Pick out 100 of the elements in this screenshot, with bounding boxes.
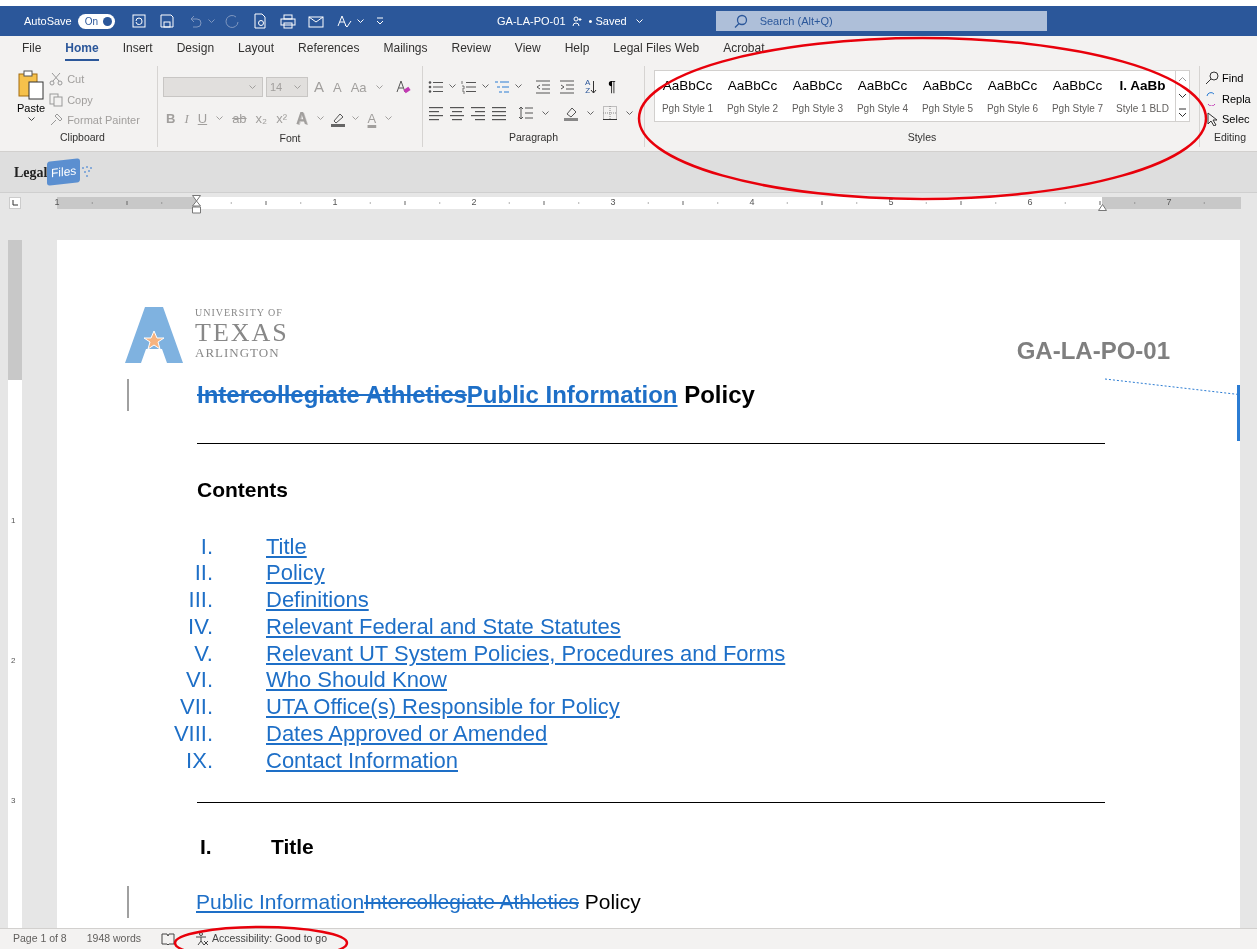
ruler-number: 4: [749, 195, 755, 209]
toc-link[interactable]: Relevant Federal and State Statutes: [266, 613, 621, 641]
ruler-number: 6: [1027, 195, 1033, 209]
toc-link[interactable]: Relevant UT System Policies, Procedures and Forms: [266, 640, 786, 668]
print-preview-icon[interactable]: [252, 13, 269, 29]
justify-icon[interactable]: [491, 105, 507, 121]
group-label: Font: [278, 130, 302, 146]
ruler-number: 2: [11, 655, 16, 667]
align-left-icon[interactable]: [428, 105, 444, 121]
caret-icon[interactable]: [626, 110, 633, 116]
indent-marker-icon[interactable]: [192, 194, 201, 214]
autosave-label: AutoSave: [24, 13, 72, 29]
toc-link[interactable]: Dates Approved or Amended: [266, 721, 548, 748]
editing-action-button[interactable]: Find: [1205, 70, 1255, 87]
editing-action-button[interactable]: Repla: [1205, 90, 1255, 107]
tab-stop-icon: [12, 199, 18, 206]
logo-text: ARLINGTON: [195, 346, 281, 360]
style-item[interactable]: AaBbCc Pgh Style 2: [720, 71, 785, 121]
ribbon-tab[interactable]: References: [286, 39, 372, 62]
comment-marker[interactable]: [1237, 385, 1240, 441]
paste-button[interactable]: Paste: [13, 66, 50, 131]
ribbon-tab[interactable]: Design: [164, 39, 227, 62]
save-sync-icon[interactable]: [131, 13, 148, 29]
ribbon-tab[interactable]: Mailings: [371, 39, 440, 62]
font-name-field[interactable]: [163, 77, 263, 98]
clear-formatting-icon[interactable]: [394, 79, 411, 96]
cursor-arrow-icon: [1205, 112, 1219, 127]
list-numeral: IX.: [185, 747, 213, 775]
tab-stop-selector[interactable]: [9, 196, 21, 209]
search-field[interactable]: Search (Alt+Q): [715, 11, 1047, 31]
copy-icon: [49, 92, 64, 107]
style-item[interactable]: AaBbCc Pgh Style 3: [785, 71, 850, 121]
numbering-icon[interactable]: [461, 79, 477, 94]
style-item[interactable]: AaBbCc Pgh Style 4: [850, 71, 915, 121]
ruler-number: 1: [11, 515, 16, 527]
borders-icon[interactable]: [602, 105, 618, 121]
multilevel-list-icon[interactable]: [494, 79, 510, 94]
list-numeral: II.: [193, 560, 213, 588]
ribbon-tab[interactable]: Legal Files Web: [601, 39, 712, 62]
ribbon-tab[interactable]: Layout: [226, 39, 287, 62]
bullets-icon[interactable]: [428, 79, 444, 94]
customize-icon[interactable]: [375, 16, 386, 26]
list-numeral: I.: [199, 533, 213, 561]
ruler-number: 3: [11, 795, 16, 807]
ruler-number: 1: [54, 195, 60, 209]
paintbrush-icon: [49, 113, 64, 128]
autosave-toggle[interactable]: On: [77, 13, 116, 29]
ribbon-tab[interactable]: View: [502, 39, 553, 62]
align-right-icon[interactable]: [470, 105, 486, 121]
pixel-dots-icon: [80, 165, 93, 179]
ruler-number: 1: [332, 195, 338, 209]
caret-icon[interactable]: [587, 110, 594, 116]
ruler-number: 2: [471, 195, 477, 209]
page-count[interactable]: Page 1 of 8: [13, 931, 67, 947]
shading-icon[interactable]: [563, 105, 579, 121]
list-numeral: VI.: [185, 667, 213, 695]
list-numeral: VII.: [179, 694, 213, 722]
down-arrow-icon: [590, 79, 598, 94]
save-status: • Saved: [588, 13, 627, 29]
style-item[interactable]: AaBbCc Pgh Style 1: [655, 71, 720, 121]
group-label: Clipboard: [59, 130, 106, 146]
toc-link[interactable]: Who Should Know: [266, 667, 447, 695]
word-count[interactable]: 1948 words: [86, 931, 141, 947]
toc-link[interactable]: Definitions: [266, 587, 369, 614]
ribbon-tab[interactable]: Help: [552, 39, 602, 62]
spelling-icon[interactable]: [336, 13, 353, 29]
save-icon[interactable]: [159, 13, 176, 29]
accessibility-person-icon: [195, 932, 209, 946]
ribbon-tab[interactable]: File: [10, 39, 54, 62]
book-icon[interactable]: [161, 932, 175, 946]
toc-link[interactable]: Contact Information: [266, 747, 458, 775]
style-item[interactable]: AaBbCc Pgh Style 5: [915, 71, 980, 121]
caret-icon[interactable]: [27, 116, 35, 122]
shared-people-icon[interactable]: [571, 15, 583, 27]
caret-icon[interactable]: [542, 110, 549, 116]
ruler-number: 7: [1166, 195, 1172, 209]
ruler-number: 3: [610, 195, 616, 209]
style-item[interactable]: AaBbCc Pgh Style 7: [1045, 71, 1110, 121]
toc-link[interactable]: Title: [266, 533, 307, 561]
caret-icon[interactable]: [449, 84, 456, 89]
show-formatting-button[interactable]: ¶: [605, 76, 619, 97]
caret-icon[interactable]: [515, 84, 522, 89]
style-item[interactable]: AaBbCc Pgh Style 6: [980, 71, 1045, 121]
list-numeral: III.: [187, 587, 213, 614]
list-numeral: IV.: [187, 613, 213, 641]
sort-button[interactable]: A Z: [585, 78, 598, 95]
ribbon-tab[interactable]: Acrobat: [711, 39, 777, 62]
caret-icon[interactable]: [482, 84, 489, 89]
printer-icon[interactable]: [280, 13, 297, 29]
ribbon-tab[interactable]: Review: [439, 39, 503, 62]
toc-link[interactable]: Policy: [266, 560, 325, 588]
group-label: Paragraph: [507, 130, 559, 146]
editing-action-button[interactable]: Selec: [1205, 111, 1255, 128]
toc-link[interactable]: UTA Office(s) Responsible for Policy: [266, 694, 620, 722]
ribbon-tab[interactable]: Insert: [110, 39, 165, 62]
line-spacing-icon[interactable]: [518, 105, 534, 121]
ribbon-tab[interactable]: Home: [53, 39, 111, 62]
style-item[interactable]: I. AaBb Style 1 BLD: [1110, 71, 1175, 121]
align-center-icon[interactable]: [449, 105, 465, 121]
email-icon[interactable]: [308, 13, 325, 29]
